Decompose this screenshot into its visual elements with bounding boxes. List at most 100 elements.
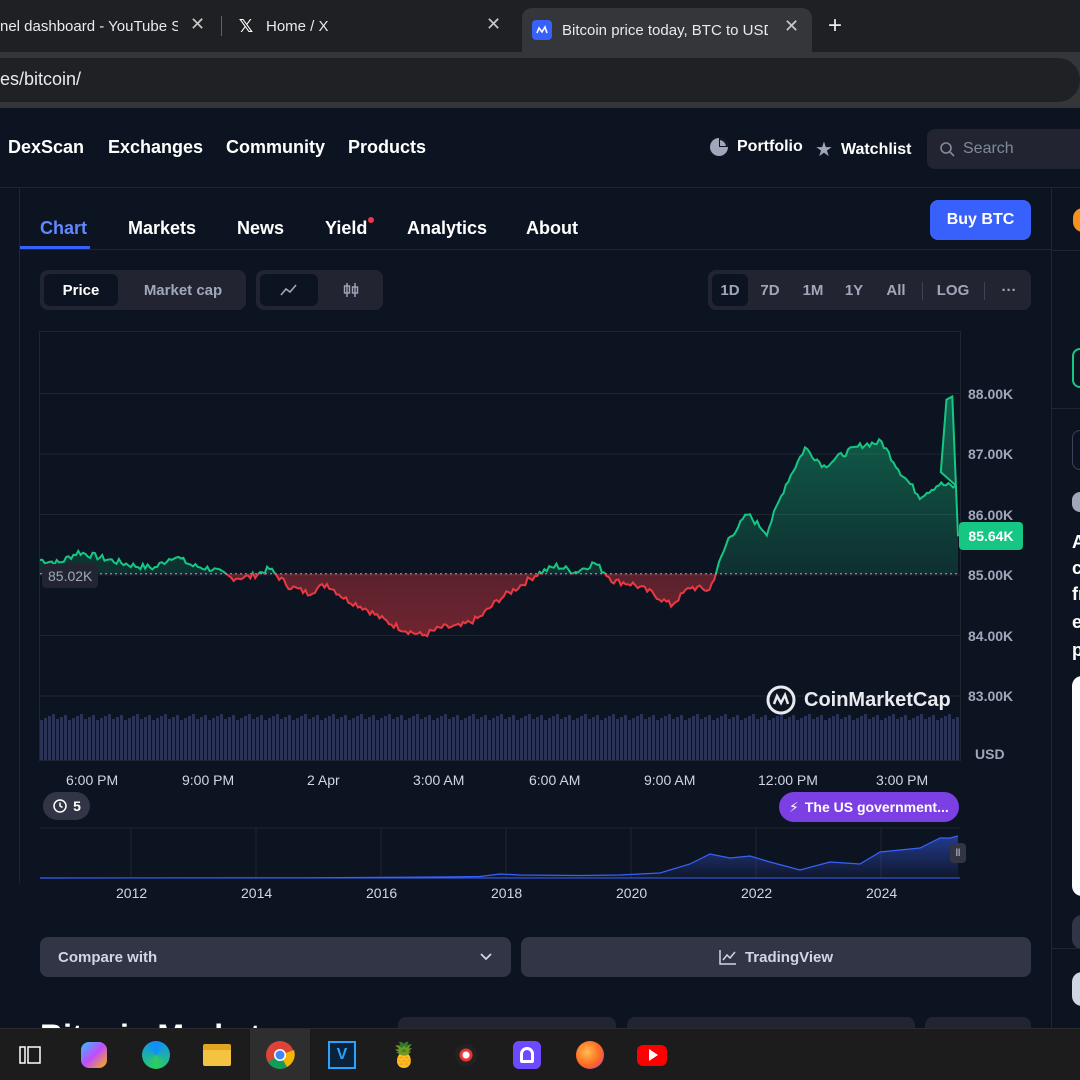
tab-separator <box>221 16 222 36</box>
history-clock-icon <box>53 799 67 813</box>
tradingview-button[interactable]: TradingView <box>521 937 1031 977</box>
y-tick-label: 84.00K <box>968 628 1014 644</box>
range-7d[interactable]: 7D <box>752 274 788 306</box>
sidebar-card-edge <box>1072 348 1080 388</box>
y-tick-label: 86.00K <box>968 507 1014 523</box>
range-1d[interactable]: 1D <box>712 274 748 306</box>
media-app-icon[interactable] <box>450 1039 482 1071</box>
active-tab-indicator <box>20 246 90 249</box>
minimap-year-label: 2022 <box>741 885 773 901</box>
y-axis-unit: USD <box>975 746 1005 762</box>
tab-chart[interactable]: Chart <box>40 218 87 239</box>
tab-title: nel dashboard - YouTube S <box>0 17 178 35</box>
candlestick-button[interactable] <box>322 274 380 306</box>
watchlist-label: Watchlist <box>840 140 912 158</box>
pie-chart-icon <box>710 138 728 156</box>
sidebar-avatar <box>1072 972 1080 1006</box>
range-1y[interactable]: 1Y <box>836 274 872 306</box>
sidebar-divider <box>1052 250 1080 251</box>
range-all[interactable]: All <box>876 274 916 306</box>
v-app-icon[interactable]: V <box>326 1039 358 1071</box>
x-tick-label: 9:00 PM <box>182 772 235 788</box>
sidebar-divider <box>1052 408 1080 409</box>
x-tick-label: 9:00 AM <box>644 772 696 788</box>
minimap-drag-handle[interactable]: ll <box>950 843 966 863</box>
more-options-button[interactable]: ··· <box>992 274 1026 306</box>
proton-app-icon[interactable] <box>511 1039 543 1071</box>
edge-browser-icon[interactable] <box>140 1039 172 1071</box>
sidebar-coin-icon <box>1073 208 1080 232</box>
sidebar-pill-edge <box>1072 430 1080 470</box>
sidebar-text-fragment: e <box>1072 612 1080 632</box>
tab-title: Home / X <box>266 17 329 35</box>
compare-with-dropdown[interactable]: Compare with <box>40 937 511 977</box>
close-icon[interactable]: ✕ <box>486 14 501 35</box>
right-sidebar <box>1051 188 1080 1028</box>
current-price-label: 85.64K <box>959 522 1023 550</box>
y-tick-label: 85.00K <box>968 567 1014 583</box>
tab-markets[interactable]: Markets <box>128 218 196 239</box>
minimap-year-label: 2012 <box>116 885 148 901</box>
browser-tab-bitcoin[interactable]: Bitcoin price today, BTC to USD ✕ <box>522 8 812 52</box>
nav-exchanges[interactable]: Exchanges <box>108 137 203 158</box>
price-toggle[interactable]: Price <box>44 274 118 306</box>
minimap-year-label: 2018 <box>491 885 523 901</box>
address-bar: es/bitcoin/ <box>0 52 1080 108</box>
nav-dexscan[interactable]: DexScan <box>8 137 84 158</box>
minimap-year-label: 2024 <box>866 885 898 901</box>
watchlist-button[interactable]: ★ Watchlist <box>815 137 911 162</box>
candlestick-icon <box>343 283 359 297</box>
portfolio-button[interactable]: Portfolio <box>709 137 803 157</box>
close-icon[interactable]: ✕ <box>784 16 799 37</box>
coinmarketcap-logo-icon <box>766 685 796 715</box>
sidebar-text-fragment: c <box>1072 558 1080 578</box>
tab-yield[interactable]: Yield <box>325 218 367 239</box>
line-chart-icon <box>280 284 297 296</box>
metric-toggle: Price Market cap <box>40 270 246 310</box>
browser-tab-youtube[interactable]: nel dashboard - YouTube S ✕ <box>0 0 215 52</box>
sidebar-post-card[interactable] <box>1072 676 1080 896</box>
nav-community[interactable]: Community <box>226 137 325 158</box>
events-history-button[interactable]: 5 <box>43 792 90 820</box>
firefox-icon[interactable] <box>574 1039 606 1071</box>
news-event-badge[interactable]: ⚡ The US government... <box>779 792 959 822</box>
range-log[interactable]: LOG <box>930 274 976 306</box>
minimap-year-label: 2020 <box>616 885 648 901</box>
pineapple-app-icon[interactable]: 🍍 <box>388 1039 420 1071</box>
sidebar-text-fragment: p <box>1072 640 1080 660</box>
range-1m[interactable]: 1M <box>794 274 832 306</box>
new-tab-button[interactable]: + <box>828 12 850 39</box>
youtube-icon[interactable] <box>636 1039 668 1071</box>
star-icon: ★ <box>815 139 833 161</box>
chart-style-toggle <box>256 270 383 310</box>
windows-taskbar: V 🍍 <box>0 1028 1080 1080</box>
close-icon[interactable]: ✕ <box>190 14 205 35</box>
chrome-icon[interactable] <box>264 1039 296 1071</box>
market-cap-toggle[interactable]: Market cap <box>124 274 242 306</box>
range-selector: 1D 7D 1M 1Y All LOG ··· <box>708 270 1031 310</box>
history-count: 5 <box>73 798 81 814</box>
buy-btc-button[interactable]: Buy BTC <box>930 200 1031 240</box>
url-field[interactable]: es/bitcoin/ <box>0 58 1080 102</box>
y-tick-label: 88.00K <box>968 386 1014 402</box>
search-input[interactable]: Search <box>927 129 1080 169</box>
tab-about[interactable]: About <box>526 218 578 239</box>
sidebar-pill-edge <box>1072 915 1080 949</box>
nav-products[interactable]: Products <box>348 137 426 158</box>
url-text: es/bitcoin/ <box>0 69 82 89</box>
tab-news[interactable]: News <box>237 218 284 239</box>
task-view-icon[interactable] <box>14 1039 46 1071</box>
range-separator <box>984 282 985 300</box>
tab-analytics[interactable]: Analytics <box>407 218 487 239</box>
x-tick-label: 6:00 AM <box>529 772 581 788</box>
tab-title: Bitcoin price today, BTC to USD <box>562 21 768 39</box>
search-icon <box>940 142 955 157</box>
file-explorer-icon[interactable] <box>201 1039 233 1071</box>
sidebar-avatar <box>1072 492 1080 512</box>
x-tick-label: 6:00 PM <box>66 772 119 788</box>
baseline-price-label: 85.02K <box>42 564 99 588</box>
search-placeholder: Search <box>963 140 1014 157</box>
copilot-icon[interactable] <box>78 1039 110 1071</box>
browser-tab-x[interactable]: 𝕏 Home / X ✕ <box>228 0 518 52</box>
line-chart-button[interactable] <box>260 274 318 306</box>
